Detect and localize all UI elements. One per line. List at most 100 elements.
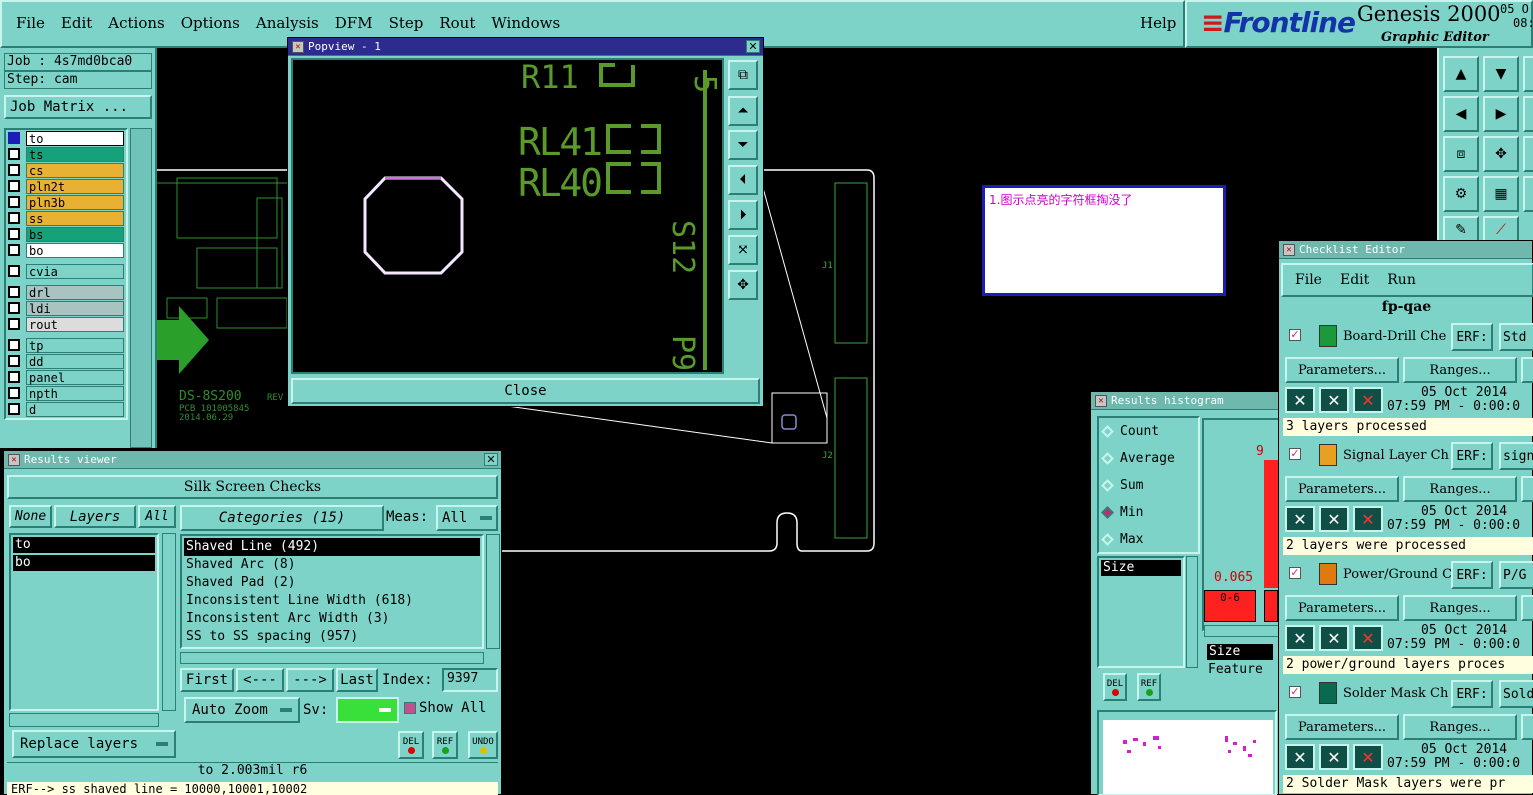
view-edge2-icon[interactable] xyxy=(1523,96,1533,132)
layer-row-panel[interactable]: panel xyxy=(8,369,124,385)
undo-button[interactable]: UNDO xyxy=(468,731,498,759)
ref-button[interactable]: REF xyxy=(432,731,458,759)
histogram-option-average[interactable]: Average xyxy=(1101,451,1175,466)
category-hscroll[interactable] xyxy=(180,652,484,664)
layer-name[interactable]: pln3b xyxy=(26,194,124,210)
erf-value-dropdown[interactable]: sign xyxy=(1499,442,1533,470)
run-check-all-icon[interactable]: ✕ xyxy=(1319,506,1349,532)
result-layer-to[interactable]: to xyxy=(13,537,155,553)
check-item-checkbox[interactable]: ✓ xyxy=(1289,448,1301,460)
zoom-fit-popview-icon[interactable]: ⤧ xyxy=(728,235,758,265)
layer-checkbox[interactable] xyxy=(8,286,20,298)
category-item[interactable]: Inconsistent Arc Width (3) xyxy=(184,610,480,628)
layer-name[interactable]: drl xyxy=(26,284,124,300)
layer-checkbox[interactable] xyxy=(8,371,20,383)
menu-rout[interactable]: Rout xyxy=(439,14,475,32)
layer-checkbox[interactable] xyxy=(8,302,20,314)
pan-down-icon[interactable]: ⏷ xyxy=(728,130,758,160)
grid-icon[interactable]: ▦ xyxy=(1483,176,1519,212)
histogram-option-max[interactable]: Max xyxy=(1101,532,1143,547)
stop-check-icon[interactable]: ✕ xyxy=(1353,744,1383,770)
layer-name[interactable]: panel xyxy=(26,369,124,385)
popview-titlebar[interactable]: ✕ Popview - 1 ✕ xyxy=(288,38,763,56)
layer-name[interactable]: npth xyxy=(26,385,124,401)
parameters-button[interactable]: Parameters... xyxy=(1285,357,1399,383)
layer-row-to[interactable]: to xyxy=(8,130,124,146)
check-item-name[interactable]: Power/Ground C xyxy=(1343,567,1451,582)
histogram-list-vscroll[interactable] xyxy=(1186,556,1198,668)
layer-results-list[interactable]: to bo xyxy=(9,533,159,711)
ranges-button[interactable]: Ranges... xyxy=(1403,714,1517,740)
view-down-icon[interactable]: ▼ xyxy=(1483,56,1519,92)
check-item-name[interactable]: Solder Mask Ch xyxy=(1343,686,1451,701)
histogram-titlebar[interactable]: ✕ Results histogram xyxy=(1091,392,1281,410)
ranges-extra-button[interactable] xyxy=(1521,595,1533,621)
layer-row-pln3b[interactable]: pln3b xyxy=(8,194,124,210)
category-item[interactable]: Inconsistent Line Width (618) xyxy=(184,592,480,610)
results-viewer-close-icon[interactable]: ✕ xyxy=(484,453,498,466)
layer-name[interactable]: bo xyxy=(26,242,124,258)
categories-button[interactable]: Categories (15) xyxy=(180,505,384,531)
erf-dropdown[interactable]: ERF: xyxy=(1451,561,1493,589)
histogram-hscroll[interactable] xyxy=(1204,625,1280,637)
run-check-icon[interactable]: ✕ xyxy=(1285,744,1315,770)
histogram-option-count[interactable]: Count xyxy=(1101,424,1159,439)
layer-row-bs[interactable]: bs xyxy=(8,226,124,242)
layer-row-cvia[interactable]: cvia xyxy=(8,263,124,279)
histogram-del-button[interactable]: DEL xyxy=(1103,673,1127,701)
del-button[interactable]: DEL xyxy=(398,731,424,759)
erf-dropdown[interactable]: ERF: xyxy=(1451,680,1493,708)
layer-row-dd[interactable]: dd xyxy=(8,353,124,369)
layer-checkbox[interactable] xyxy=(8,265,20,277)
pan-up-icon[interactable]: ⏶ xyxy=(728,96,758,126)
layer-name[interactable]: bs xyxy=(26,226,124,242)
layer-checkbox[interactable] xyxy=(8,180,20,192)
histogram-size-list[interactable]: Size xyxy=(1097,556,1185,668)
layer-row-cs[interactable]: cs xyxy=(8,162,124,178)
erf-dropdown[interactable]: ERF: xyxy=(1451,442,1493,470)
checklist-titlebar[interactable]: ✕ Checklist Editor xyxy=(1279,241,1532,259)
view-edge4-icon[interactable] xyxy=(1523,176,1533,212)
ranges-extra-button[interactable] xyxy=(1521,476,1533,502)
layer-name[interactable]: rout xyxy=(26,316,124,332)
replace-layers-dropdown[interactable]: Replace layers xyxy=(12,730,176,758)
layer-list-scrollbar[interactable] xyxy=(130,128,152,448)
view-left-icon[interactable]: ◀ xyxy=(1443,96,1479,132)
check-item-checkbox[interactable]: ✓ xyxy=(1289,567,1301,579)
layer-row-pln2t[interactable]: pln2t xyxy=(8,178,124,194)
show-all-checkbox[interactable] xyxy=(404,702,416,714)
layer-row-d[interactable]: d xyxy=(8,401,124,417)
layer-row-npth[interactable]: npth xyxy=(8,385,124,401)
layer-row-tp[interactable]: tp xyxy=(8,337,124,353)
category-item[interactable]: Shaved Line (492) xyxy=(184,538,480,556)
check-item-checkbox[interactable]: ✓ xyxy=(1289,686,1301,698)
auto-zoom-dropdown[interactable]: Auto Zoom xyxy=(184,697,300,723)
window-menu-icon[interactable]: ✕ xyxy=(292,40,304,53)
layer-name[interactable]: dd xyxy=(26,353,124,369)
layer-name[interactable]: ldi xyxy=(26,300,124,316)
run-check-icon[interactable]: ✕ xyxy=(1285,387,1315,413)
category-list[interactable]: Shaved Line (492) Shaved Arc (8) Shaved Pa… xyxy=(180,534,484,649)
feature-preview[interactable] xyxy=(1097,710,1277,795)
menu-actions[interactable]: Actions xyxy=(108,14,164,32)
layers-button[interactable]: Layers xyxy=(54,505,136,528)
first-button[interactable]: First xyxy=(180,668,234,692)
zoom-out-icon[interactable]: ✥ xyxy=(728,270,758,300)
last-button[interactable]: Last xyxy=(336,668,378,692)
view-right-edge-icon[interactable] xyxy=(1523,56,1533,92)
histogram-option-sum[interactable]: Sum xyxy=(1101,478,1143,493)
zoom-fit-icon[interactable]: ⧈ xyxy=(1443,136,1479,172)
pan-right-icon[interactable]: ⏵ xyxy=(728,200,758,230)
ranges-extra-button[interactable] xyxy=(1521,357,1533,383)
layer-row-bo[interactable]: bo xyxy=(8,242,124,258)
layer-name[interactable]: ss xyxy=(26,210,124,226)
erf-value-dropdown[interactable]: P/G xyxy=(1499,561,1533,589)
menu-file[interactable]: File xyxy=(16,14,45,32)
erf-dropdown[interactable]: ERF: xyxy=(1451,323,1493,351)
layer-name[interactable]: ts xyxy=(26,146,124,162)
layer-checkbox[interactable] xyxy=(8,387,20,399)
meas-dropdown[interactable]: All xyxy=(436,505,498,531)
results-viewer-titlebar[interactable]: ✕ Results viewer ✕ xyxy=(4,451,501,469)
view-right-icon[interactable]: ▶ xyxy=(1483,96,1519,132)
zoom-in-icon[interactable]: ⧉ xyxy=(728,60,758,90)
